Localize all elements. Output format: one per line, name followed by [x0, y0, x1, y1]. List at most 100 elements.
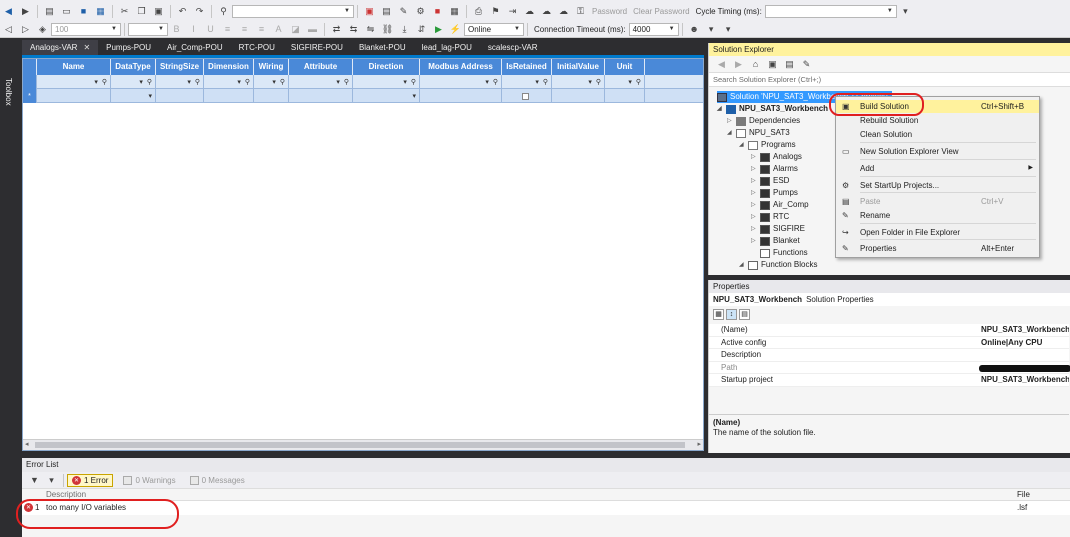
back-icon[interactable]: ◀ — [715, 58, 728, 71]
network-icon[interactable]: ⛓ — [381, 23, 394, 36]
doc-tab[interactable]: Blanket-POU — [351, 40, 414, 55]
filter-icon[interactable]: ⚲ — [636, 78, 641, 86]
zoom-in-icon[interactable]: ▷ — [19, 23, 32, 36]
dropdown-icon[interactable]: ▾ — [148, 92, 152, 100]
wrench-icon[interactable]: ✎ — [397, 5, 410, 18]
dropdown-icon[interactable]: ▾ — [45, 474, 58, 487]
forward-icon[interactable]: ▶ — [732, 58, 745, 71]
expand-icon[interactable]: ▷ — [751, 199, 760, 211]
io-icon[interactable]: ⇵ — [415, 23, 428, 36]
column-filter-cell[interactable]: ▾ ⚲ — [156, 75, 204, 89]
doc-tab[interactable]: Air_Comp-POU — [159, 40, 231, 55]
stop-icon[interactable]: ■ — [431, 5, 444, 18]
tree-item-functions[interactable]: Functions — [751, 247, 808, 259]
solution-search-input[interactable]: Search Solution Explorer (Ctrl+;) — [709, 73, 1070, 87]
connection-timeout-combo[interactable]: 4000 ▼ — [628, 22, 679, 36]
expand-icon[interactable]: ▷ — [751, 151, 760, 163]
column-header[interactable]: DataType — [111, 59, 156, 75]
filter-icon[interactable]: ⚲ — [147, 78, 152, 86]
column-header[interactable]: Dimension — [204, 59, 254, 75]
toolbox-label[interactable]: Toolbox — [4, 78, 13, 106]
expand-icon[interactable]: ▷ — [751, 211, 760, 223]
overflow-icon[interactable]: ▾ — [722, 23, 735, 36]
line-icon[interactable]: ▬ — [306, 23, 319, 36]
expand-icon[interactable]: ▷ — [727, 115, 736, 127]
doc-tab[interactable]: Pumps-POU — [98, 40, 159, 55]
disconnect-icon[interactable]: ⇆ — [347, 23, 360, 36]
column-header[interactable]: StringSize — [156, 59, 204, 75]
grid-new-row[interactable]: * ▾ ▾ — [23, 89, 703, 103]
doc-tab[interactable]: SIGFIRE-POU — [283, 40, 351, 55]
filter-icon[interactable]: ⚲ — [195, 78, 200, 86]
properties-object-selector[interactable]: NPU_SAT3_Workbench Solution Properties — [709, 293, 1070, 306]
column-header[interactable]: Direction — [353, 59, 420, 75]
doc-tab[interactable]: lead_lag-POU — [414, 40, 480, 55]
dropdown-icon[interactable]: ▾ — [588, 78, 592, 86]
font-size-combo[interactable]: ▼ — [128, 22, 168, 36]
column-filter-cell[interactable]: ▾ ⚲ — [420, 75, 502, 89]
find-combo[interactable]: ▼ — [232, 4, 354, 18]
zoom-combo[interactable]: 100 ▼ — [51, 22, 121, 36]
dropdown-icon[interactable]: ▾ — [187, 78, 191, 86]
scroll-left-icon[interactable]: ◂ — [25, 440, 29, 448]
column-filter-cell[interactable]: ▾ ⚲ — [289, 75, 353, 89]
filter-icon[interactable]: ⚲ — [411, 78, 416, 86]
tree-item-project[interactable]: ◢ NPU_SAT3_Workbench — [717, 103, 828, 115]
column-filter-cell[interactable]: ▾ ⚲ — [111, 75, 156, 89]
font-color-icon[interactable]: A — [272, 23, 285, 36]
align-left-icon[interactable]: ≡ — [221, 23, 234, 36]
categorized-icon[interactable]: ▦ — [713, 308, 724, 320]
tree-item-function-blocks[interactable]: ◢ Function Blocks — [739, 259, 817, 271]
column-filter-cell[interactable]: ▾ ⚲ — [552, 75, 605, 89]
tree-item-program[interactable]: ▷ RTC — [751, 211, 789, 223]
dropdown-icon[interactable]: ▾ — [705, 23, 718, 36]
doc-tab[interactable]: RTC-POU — [231, 40, 283, 55]
property-value[interactable]: Online|Any CPU — [981, 337, 1069, 350]
new-project-icon[interactable]: ▤ — [43, 5, 56, 18]
dropdown-icon[interactable]: ▾ — [237, 78, 241, 86]
doc-tab[interactable]: scalescp-VAR — [480, 40, 546, 55]
property-value[interactable]: NPU_SAT3_Workbench — [981, 324, 1069, 337]
cycle-timing-combo[interactable]: ▼ — [764, 4, 897, 18]
connect-icon[interactable]: ⇄ — [330, 23, 343, 36]
align-right-icon[interactable]: ≡ — [255, 23, 268, 36]
copy-icon[interactable]: ❐ — [135, 5, 148, 18]
column-filter-cell[interactable]: ▾ ⚲ — [353, 75, 420, 89]
property-row[interactable]: (Name) NPU_SAT3_Workbench — [709, 324, 1069, 337]
new-row-cell[interactable] — [254, 89, 289, 103]
scroll-right-icon[interactable]: ▸ — [697, 440, 701, 448]
column-header[interactable]: Attribute — [289, 59, 353, 75]
dropdown-icon[interactable]: ▾ — [139, 78, 143, 86]
new-row-cell[interactable] — [37, 89, 111, 103]
retained-checkbox[interactable] — [521, 92, 529, 100]
context-menu-item[interactable]: Clean Solution — [836, 128, 1039, 141]
new-row-cell[interactable]: ▾ — [111, 89, 156, 103]
filter-icon[interactable]: ⚲ — [245, 78, 250, 86]
property-row[interactable]: Description — [709, 349, 1069, 362]
collapse-all-icon[interactable]: ▣ — [766, 58, 779, 71]
dropdown-icon[interactable]: ▾ — [412, 92, 416, 100]
download-to-device-icon[interactable]: ⤓ — [398, 23, 411, 36]
context-menu-item[interactable]: Add ▶ — [836, 162, 1039, 175]
expand-icon[interactable]: ▷ — [751, 187, 760, 199]
paste-icon[interactable]: ▣ — [152, 5, 165, 18]
collapse-icon[interactable]: ◢ — [717, 103, 726, 115]
step-icon[interactable]: ⇥ — [506, 5, 519, 18]
tree-item-program[interactable]: ▷ Air_Comp — [751, 199, 809, 211]
italic-icon[interactable]: I — [187, 23, 200, 36]
dropdown-icon[interactable]: ▾ — [94, 78, 98, 86]
property-row[interactable]: Active config Online|Any CPU — [709, 337, 1069, 350]
tree-item-programs[interactable]: ◢ Programs — [739, 139, 796, 151]
cut-icon[interactable]: ✂ — [118, 5, 131, 18]
expand-icon[interactable]: ▷ — [751, 163, 760, 175]
undo-icon[interactable]: ↶ — [176, 5, 189, 18]
context-menu-item[interactable]: ✎ Rename — [836, 209, 1039, 222]
home-icon[interactable]: ⌂ — [749, 58, 762, 71]
cloud-upload-icon[interactable]: ☁ — [540, 5, 553, 18]
monitor-icon[interactable]: ⎙ — [472, 5, 485, 18]
user-icon[interactable]: ☻ — [688, 23, 701, 36]
tree-item-program[interactable]: ▷ Analogs — [751, 151, 802, 163]
column-filter-cell[interactable]: ▾ ⚲ — [37, 75, 111, 89]
new-row-cell[interactable]: ▾ — [353, 89, 420, 103]
column-filter-cell[interactable]: ▾ ⚲ — [605, 75, 645, 89]
